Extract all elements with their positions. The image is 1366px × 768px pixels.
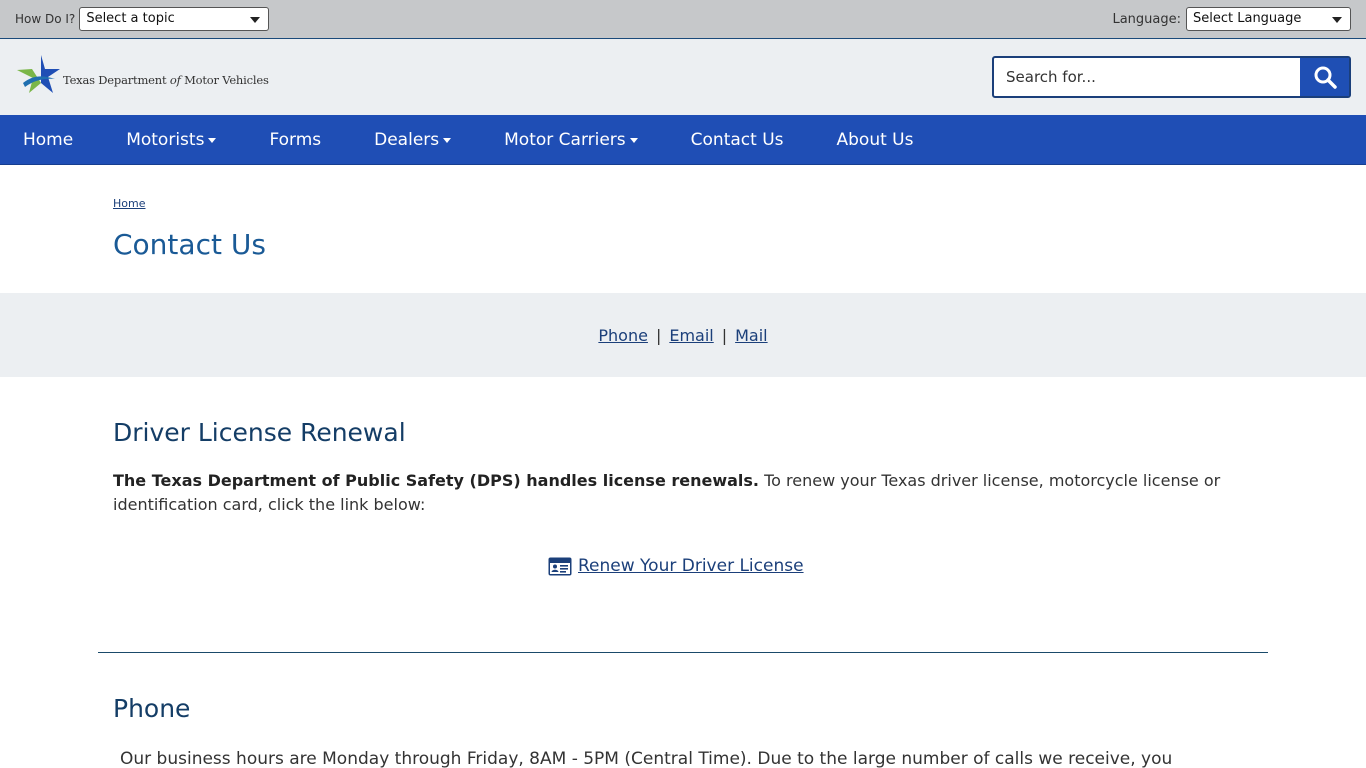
site-header: Texas Department of Motor Vehicles: [0, 39, 1366, 115]
business-hours-text: Our business hours are Monday through Fr…: [120, 749, 1173, 768]
utility-bar: How Do I? Select a topic Language: Selec…: [0, 0, 1366, 39]
search-input[interactable]: [994, 58, 1300, 96]
breadcrumb-home[interactable]: Home: [113, 197, 145, 210]
separator: |: [721, 325, 728, 345]
topic-select-value: Select a topic: [86, 11, 175, 26]
id-card-icon: [548, 557, 572, 575]
star-logo-icon: [17, 55, 60, 93]
jump-link-mail[interactable]: Mail: [735, 326, 768, 345]
chevron-down-icon: [250, 17, 261, 23]
main-nav: Home Motorists Forms Dealers Motor Carri…: [0, 115, 1366, 165]
topic-select[interactable]: Select a topic: [79, 7, 270, 31]
section-divider: [98, 652, 1268, 653]
caret-down-icon: [629, 138, 638, 143]
jump-link-phone[interactable]: Phone: [598, 326, 648, 345]
nav-item-contact-us[interactable]: Contact Us: [668, 115, 807, 165]
nav-item-dealers[interactable]: Dealers: [351, 115, 474, 165]
nav-item-motorists[interactable]: Motorists: [103, 115, 239, 165]
phone-heading: Phone: [113, 694, 191, 723]
page-title: Contact Us: [113, 228, 266, 261]
search-icon: [1314, 66, 1337, 89]
chevron-down-icon: [1332, 17, 1342, 23]
txdmv-logo[interactable]: Texas Department of Motor Vehicles: [15, 53, 269, 99]
jump-link-email[interactable]: Email: [669, 326, 713, 345]
search-bar: [992, 56, 1351, 98]
nav-item-motor-carriers[interactable]: Motor Carriers: [481, 115, 661, 165]
how-do-i: How Do I? Select a topic: [15, 7, 270, 31]
how-do-i-label: How Do I?: [15, 12, 76, 26]
nav-item-about-us[interactable]: About Us: [814, 115, 937, 165]
caret-down-icon: [208, 138, 217, 143]
renew-license-label: Renew Your Driver License: [578, 556, 804, 576]
language-label: Language:: [1112, 11, 1181, 27]
jump-links: Phone | Email | Mail: [0, 293, 1366, 377]
renewal-heading: Driver License Renewal: [113, 418, 406, 447]
renewal-text: The Texas Department of Public Safety (D…: [113, 471, 1221, 514]
search-button[interactable]: [1300, 58, 1349, 96]
separator: |: [655, 325, 662, 345]
logo-text: Texas Department of Motor Vehicles: [63, 73, 269, 87]
renew-license-link[interactable]: Renew Your Driver License: [548, 556, 804, 576]
nav-item-forms[interactable]: Forms: [246, 115, 344, 165]
language-select-value: Select Language: [1193, 11, 1302, 26]
caret-down-icon: [443, 138, 452, 143]
language-picker: Language: Select Language: [1112, 7, 1351, 31]
language-select[interactable]: Select Language: [1186, 7, 1351, 31]
nav-item-home[interactable]: Home: [0, 115, 96, 165]
